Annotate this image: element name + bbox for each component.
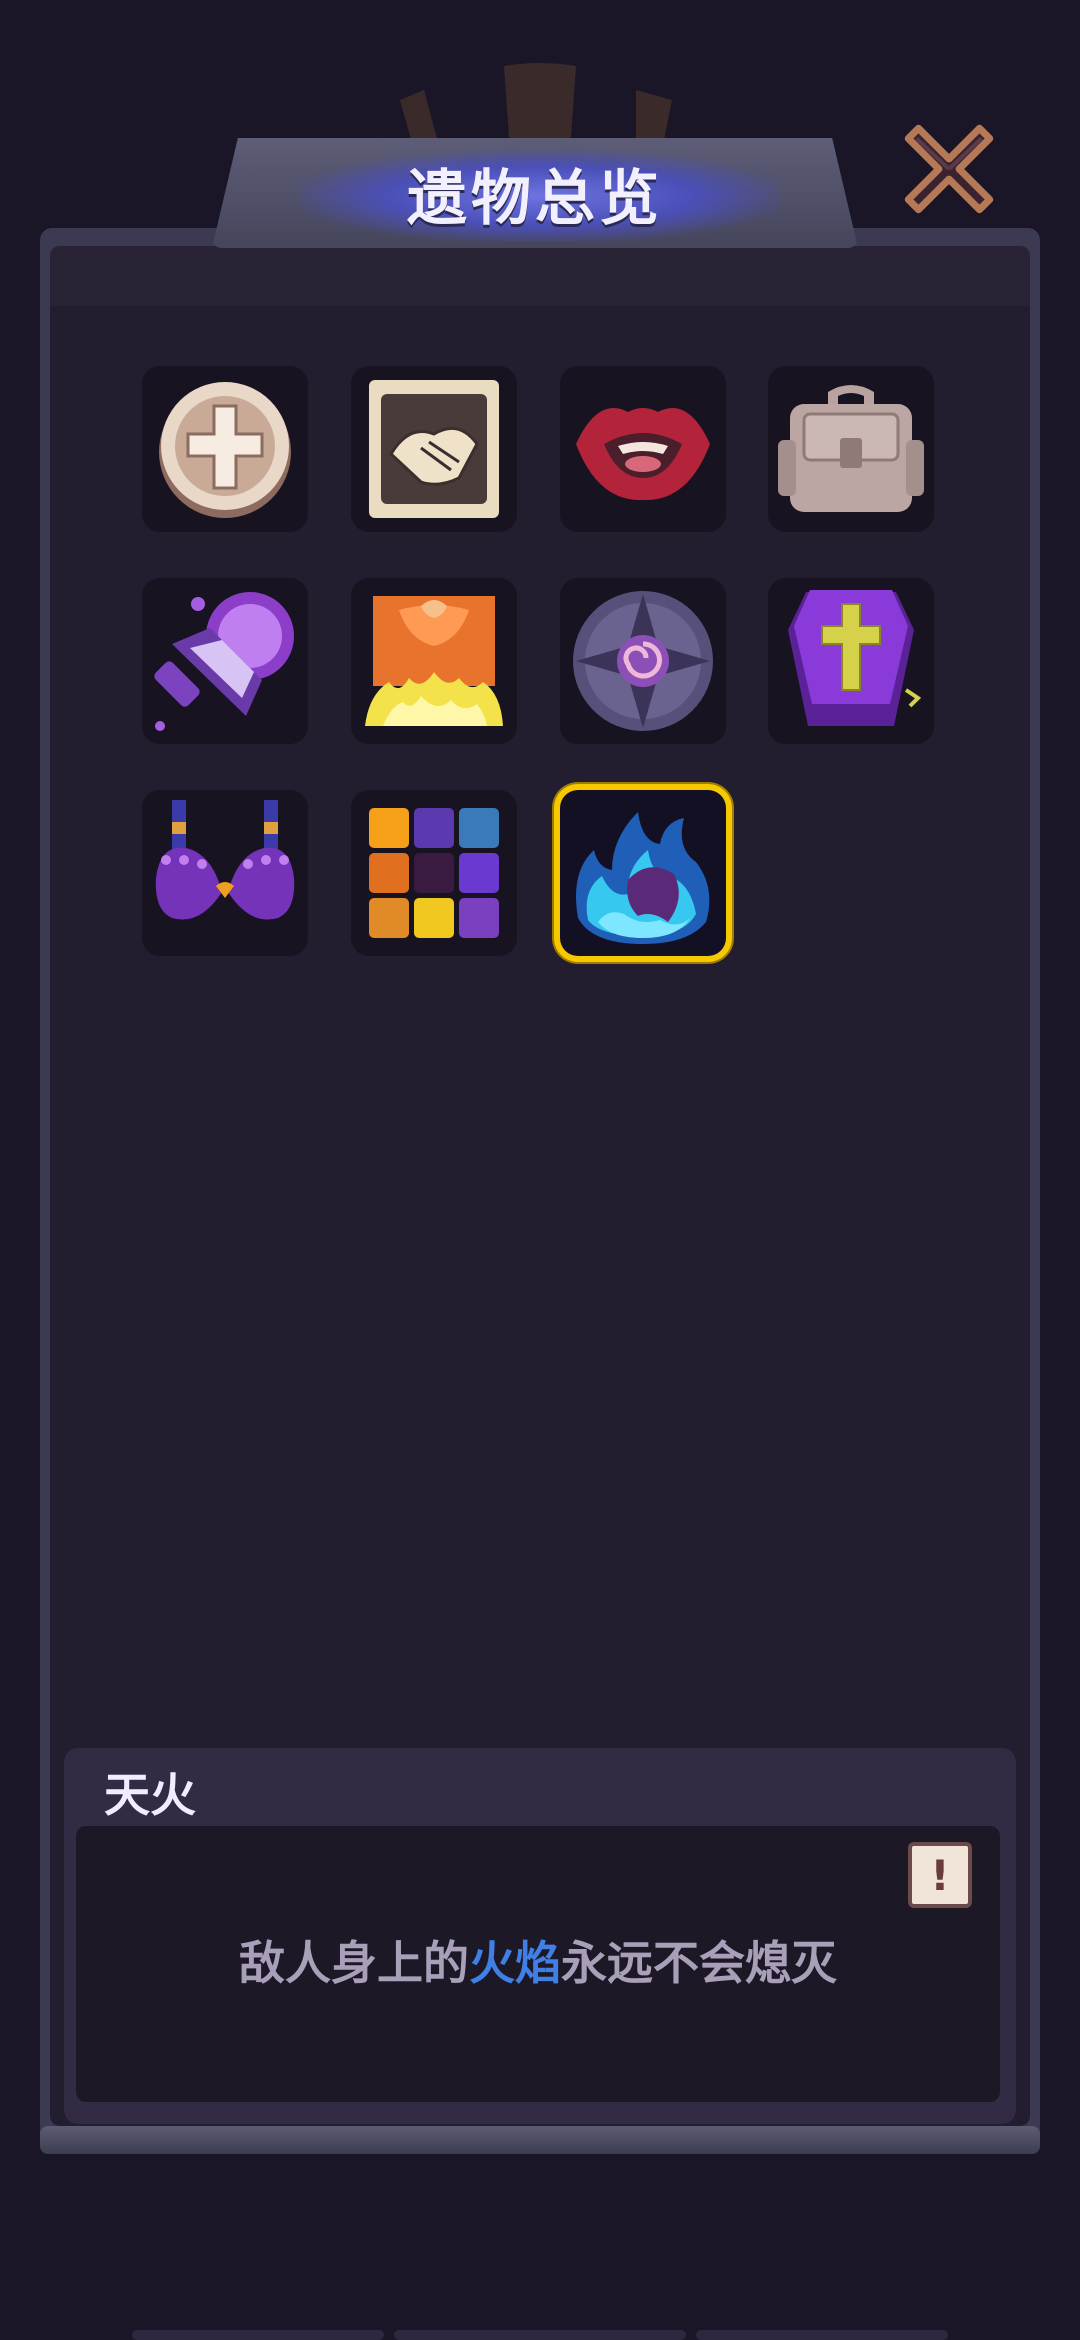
relic-slot-backpack[interactable] <box>768 366 934 532</box>
close-button[interactable] <box>888 108 1010 230</box>
relic-name: 天火 <box>104 1768 196 1822</box>
heart-bra-icon <box>155 800 295 920</box>
blue-flame-icon <box>576 812 710 944</box>
purple-coffin-icon <box>788 590 922 726</box>
color-tiles-icon <box>369 808 499 938</box>
relic-slot-spiral-compass[interactable] <box>560 578 726 744</box>
relic-slot-heart-bra[interactable] <box>142 790 308 956</box>
relic-slot-purple-coffin[interactable] <box>768 578 934 744</box>
crystal-dagger-icon <box>154 592 294 731</box>
bottom-tab-indicator <box>132 2330 384 2340</box>
close-x-icon <box>904 124 994 214</box>
red-lips-icon <box>576 408 710 501</box>
info-button[interactable]: ! <box>908 1842 972 1908</box>
burning-banner-icon <box>365 596 503 726</box>
bottom-tab-indicator <box>696 2330 948 2340</box>
exclamation-icon: ! <box>930 1850 950 1900</box>
relic-slot-blue-flame[interactable] <box>560 790 726 956</box>
panel-header-band <box>50 246 1030 306</box>
page-title: 遗物总览 <box>407 163 663 234</box>
description-keyword-fire: 火焰 <box>469 1936 561 1990</box>
relic-slot-burning-banner[interactable] <box>351 578 517 744</box>
bottom-tab-indicator <box>394 2330 686 2340</box>
description-text-before: 敌人身上的 <box>239 1936 469 1990</box>
holy-cross-coin-icon <box>159 382 291 518</box>
relic-description: 敌人身上的 火焰 永远不会熄灭 <box>76 1900 1000 2020</box>
title-ornament <box>400 63 672 150</box>
description-text-after: 永远不会熄灭 <box>561 1936 837 1990</box>
panel-bottom-bar <box>40 2126 1040 2154</box>
spiral-compass-icon <box>573 591 713 731</box>
handshake-card-icon <box>369 380 499 518</box>
relic-slot-color-tiles[interactable] <box>351 790 517 956</box>
relic-slot-red-lips[interactable] <box>560 366 726 532</box>
relic-slot-handshake-card[interactable] <box>351 366 517 532</box>
relic-slot-holy-cross-coin[interactable] <box>142 366 308 532</box>
relic-slot-crystal-dagger[interactable] <box>142 578 308 744</box>
backpack-icon <box>778 385 924 512</box>
